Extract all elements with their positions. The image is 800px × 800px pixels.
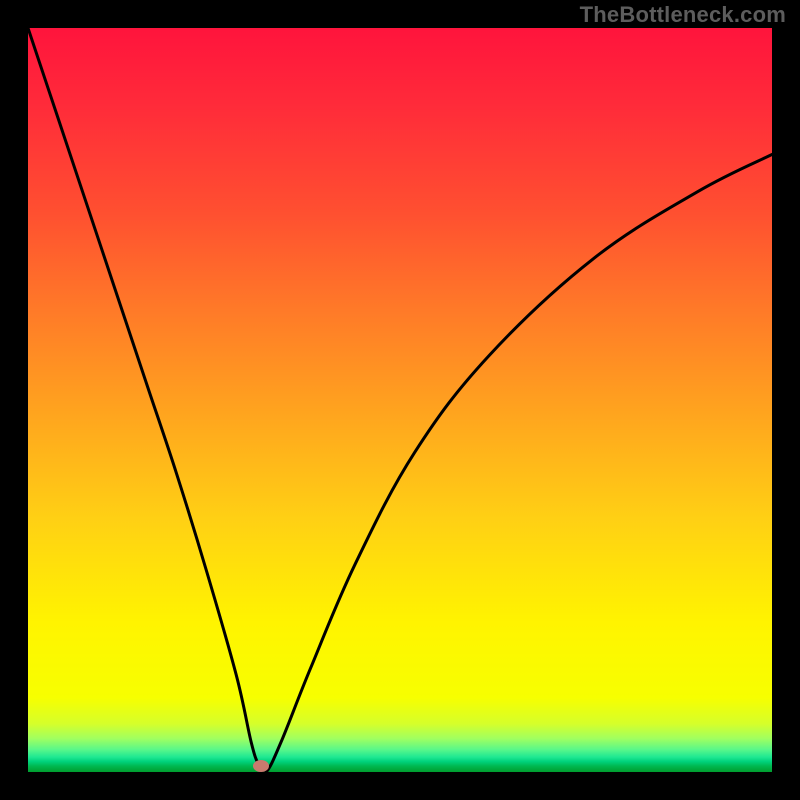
curve-layer	[28, 28, 772, 772]
optimal-point-marker	[253, 760, 269, 772]
bottleneck-curve	[28, 28, 772, 772]
watermark-text: TheBottleneck.com	[580, 2, 786, 28]
app-frame: TheBottleneck.com	[0, 0, 800, 800]
plot-area	[28, 28, 772, 772]
